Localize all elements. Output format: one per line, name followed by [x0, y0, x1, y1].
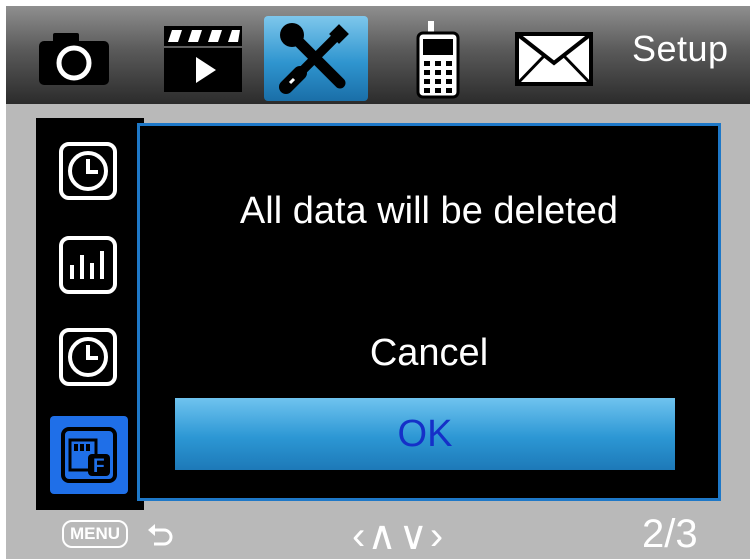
format-sd-card-icon: F	[61, 427, 117, 483]
sidebar-item-format[interactable]: F	[50, 416, 128, 494]
svg-text:F: F	[93, 456, 105, 477]
tab-message[interactable]	[502, 16, 606, 101]
cellphone-icon	[416, 20, 460, 98]
back-return-icon	[148, 524, 173, 546]
sidebar-item-bar-chart[interactable]	[55, 232, 121, 298]
tab-setup[interactable]	[264, 16, 368, 101]
navigation-arrows-hint: ‹∧∨›	[352, 514, 446, 558]
sidebar-item-clock[interactable]	[55, 138, 121, 204]
clapperboard-icon	[164, 25, 242, 92]
ok-option[interactable]: OK	[175, 398, 675, 470]
cancel-option[interactable]: Cancel	[140, 332, 718, 375]
clock-icon	[59, 328, 117, 386]
settings-sidebar: F	[36, 118, 144, 510]
section-title: Setup	[632, 28, 729, 69]
camera-icon	[39, 32, 109, 85]
confirm-dialog: All data will be deleted Cancel OK	[137, 123, 721, 501]
hint-bar: MENU ‹∧∨› 2/3	[36, 510, 750, 559]
tab-bar: Setup	[6, 6, 750, 104]
dialog-message: All data will be deleted	[239, 190, 619, 232]
clock-icon	[59, 142, 117, 200]
sidebar-item-clock-2[interactable]	[55, 324, 121, 390]
camera-screen: Setup F All data will be deleted Cancel …	[6, 6, 750, 559]
envelope-icon	[515, 31, 593, 86]
tab-photo[interactable]	[22, 16, 126, 101]
bar-chart-icon	[59, 236, 117, 294]
menu-key-badge: MENU	[62, 520, 129, 548]
wrench-screwdriver-icon	[279, 22, 349, 94]
page-indicator: 2/3	[642, 512, 698, 556]
tab-video[interactable]	[150, 16, 254, 101]
tab-cellular[interactable]	[386, 16, 490, 101]
